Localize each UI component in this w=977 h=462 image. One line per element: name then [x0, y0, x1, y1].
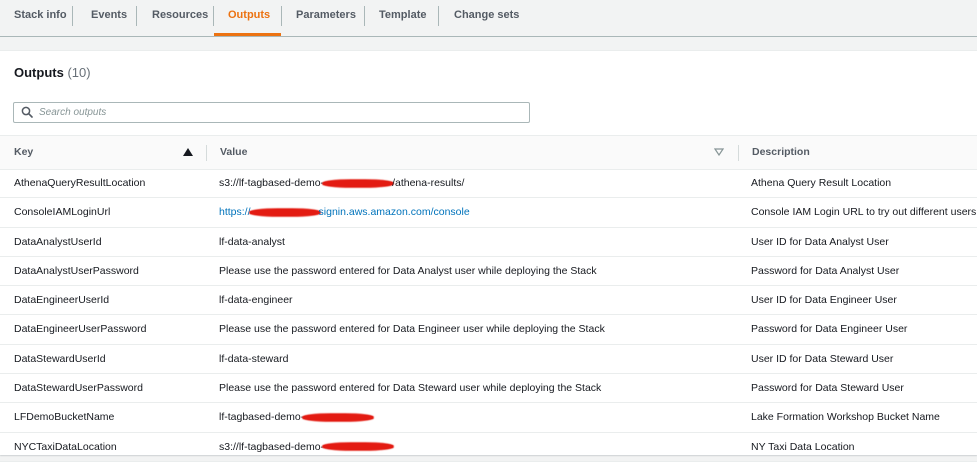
- table-row: LFDemoBucketName lf-tagbased-demo- Lake Fo…: [0, 403, 977, 433]
- tab-bar: Stack info Events Resources Outputs Para…: [0, 0, 977, 37]
- output-description: NY Taxi Data Location: [751, 440, 855, 453]
- tab-parameters[interactable]: Parameters: [296, 0, 356, 36]
- output-description: Console IAM Login URL to try out differe…: [751, 206, 977, 219]
- table-body: AthenaQueryResultLocation s3://lf-tagbase…: [0, 169, 977, 462]
- output-value: lf-tagbased-demo-: [219, 403, 724, 431]
- value-text: lf-data-steward: [219, 352, 289, 365]
- output-description: User ID for Data Engineer User: [751, 294, 897, 307]
- table-row: DataAnalystUserId lf-data-analyst User ID …: [0, 228, 977, 257]
- output-value: lf-data-steward: [219, 345, 724, 373]
- tab-events[interactable]: Events: [91, 0, 127, 36]
- output-value: Please use the password entered for Data…: [219, 315, 724, 343]
- tab-outputs[interactable]: Outputs: [228, 0, 270, 36]
- redaction-mark: [303, 414, 374, 422]
- table-row: DataStewardUserId lf-data-steward User ID …: [0, 345, 977, 375]
- tab-separator: [72, 6, 73, 26]
- tab-resources[interactable]: Resources: [152, 0, 208, 36]
- output-value: s3://lf-tagbased-demo-: [219, 433, 724, 461]
- output-key: ConsoleIAMLoginUrl: [14, 206, 111, 219]
- column-separator[interactable]: [738, 145, 739, 161]
- redaction-mark: [323, 179, 394, 187]
- value-text: lf-data-analyst: [219, 235, 285, 248]
- sort-ascending-icon[interactable]: [183, 148, 193, 156]
- table-row: AthenaQueryResultLocation s3://lf-tagbase…: [0, 169, 977, 199]
- table-row: DataEngineerUserPassword Please use the p…: [0, 315, 977, 345]
- table-row: NYCTaxiDataLocation s3://lf-tagbased-demo…: [0, 433, 977, 462]
- output-key: DataEngineerUserId: [14, 294, 110, 307]
- search-input[interactable]: [39, 103, 519, 122]
- output-description: Athena Query Result Location: [751, 177, 892, 189]
- tab-separator: [136, 6, 137, 26]
- output-description: User ID for Data Steward User: [751, 352, 894, 365]
- table-row: ConsoleIAMLoginUrl https:// signin.aws.ama…: [0, 198, 977, 228]
- output-description: Password for Data Engineer User: [751, 323, 908, 336]
- value-text-suffix: /athena-results/: [392, 177, 465, 189]
- output-value: s3://lf-tagbased-demo- /athena-results/: [219, 169, 724, 197]
- output-value: Please use the password entered for Data…: [219, 257, 724, 285]
- value-text-suffix: signin.aws.amazon.com/console: [318, 206, 470, 219]
- value-text: Please use the password entered for Data…: [219, 264, 597, 277]
- tab-change-sets[interactable]: Change sets: [454, 0, 519, 36]
- table-row: DataAnalystUserPassword Please use the pa…: [0, 257, 977, 287]
- output-key: NYCTaxiDataLocation: [14, 440, 117, 453]
- panel-title-text: Outputs: [14, 65, 64, 80]
- output-key: DataStewardUserId: [14, 352, 106, 365]
- column-header-description[interactable]: Description: [752, 136, 810, 169]
- search-icon: [21, 106, 33, 118]
- table-row: DataStewardUserPassword Please use the pa…: [0, 374, 977, 404]
- tab-separator: [213, 6, 214, 26]
- output-key: DataEngineerUserPassword: [14, 323, 147, 336]
- tab-separator: [438, 6, 439, 26]
- value-text: s3://lf-tagbased-demo-: [219, 440, 325, 453]
- search-box[interactable]: [13, 102, 530, 123]
- table-header: Key Value Description: [0, 135, 977, 170]
- output-value: lf-data-engineer: [219, 286, 724, 314]
- tab-separator: [281, 6, 282, 26]
- value-text: s3://lf-tagbased-demo-: [219, 177, 325, 189]
- output-value: lf-data-analyst: [219, 228, 724, 256]
- column-header-key[interactable]: Key: [14, 136, 33, 169]
- output-value-link[interactable]: https:// signin.aws.amazon.com/console: [219, 198, 724, 226]
- value-text: lf-tagbased-demo-: [219, 411, 305, 424]
- panel-title: Outputs (10): [14, 65, 91, 80]
- table-row: DataEngineerUserId lf-data-engineer User I…: [0, 286, 977, 316]
- redaction-mark: [249, 209, 320, 217]
- output-description: Password for Data Analyst User: [751, 264, 900, 277]
- output-key: AthenaQueryResultLocation: [14, 177, 146, 189]
- tab-stack-info[interactable]: Stack info: [14, 0, 67, 36]
- value-text: Please use the password entered for Data…: [219, 323, 605, 336]
- output-key: LFDemoBucketName: [14, 411, 115, 424]
- output-key: DataAnalystUserPassword: [14, 264, 139, 277]
- value-text: Please use the password entered for Data…: [219, 382, 602, 395]
- value-text: https://: [219, 206, 251, 219]
- output-key: DataStewardUserPassword: [14, 382, 143, 395]
- tab-template[interactable]: Template: [379, 0, 426, 36]
- value-text: lf-data-engineer: [219, 294, 293, 307]
- output-value: Please use the password entered for Data…: [219, 374, 724, 402]
- output-key: DataAnalystUserId: [14, 235, 102, 248]
- redaction-mark: [323, 443, 394, 451]
- active-tab-indicator: [214, 33, 281, 36]
- column-header-value[interactable]: Value: [220, 136, 247, 169]
- output-description: Password for Data Steward User: [751, 382, 904, 395]
- tab-separator: [364, 6, 365, 26]
- output-description: Lake Formation Workshop Bucket Name: [751, 411, 940, 424]
- sort-caret-down-icon[interactable]: [714, 148, 724, 156]
- column-separator[interactable]: [206, 145, 207, 161]
- output-description: User ID for Data Analyst User: [751, 235, 889, 248]
- outputs-panel: Outputs (10) Key Value Description Athen…: [0, 50, 977, 462]
- output-count: (10): [67, 65, 91, 80]
